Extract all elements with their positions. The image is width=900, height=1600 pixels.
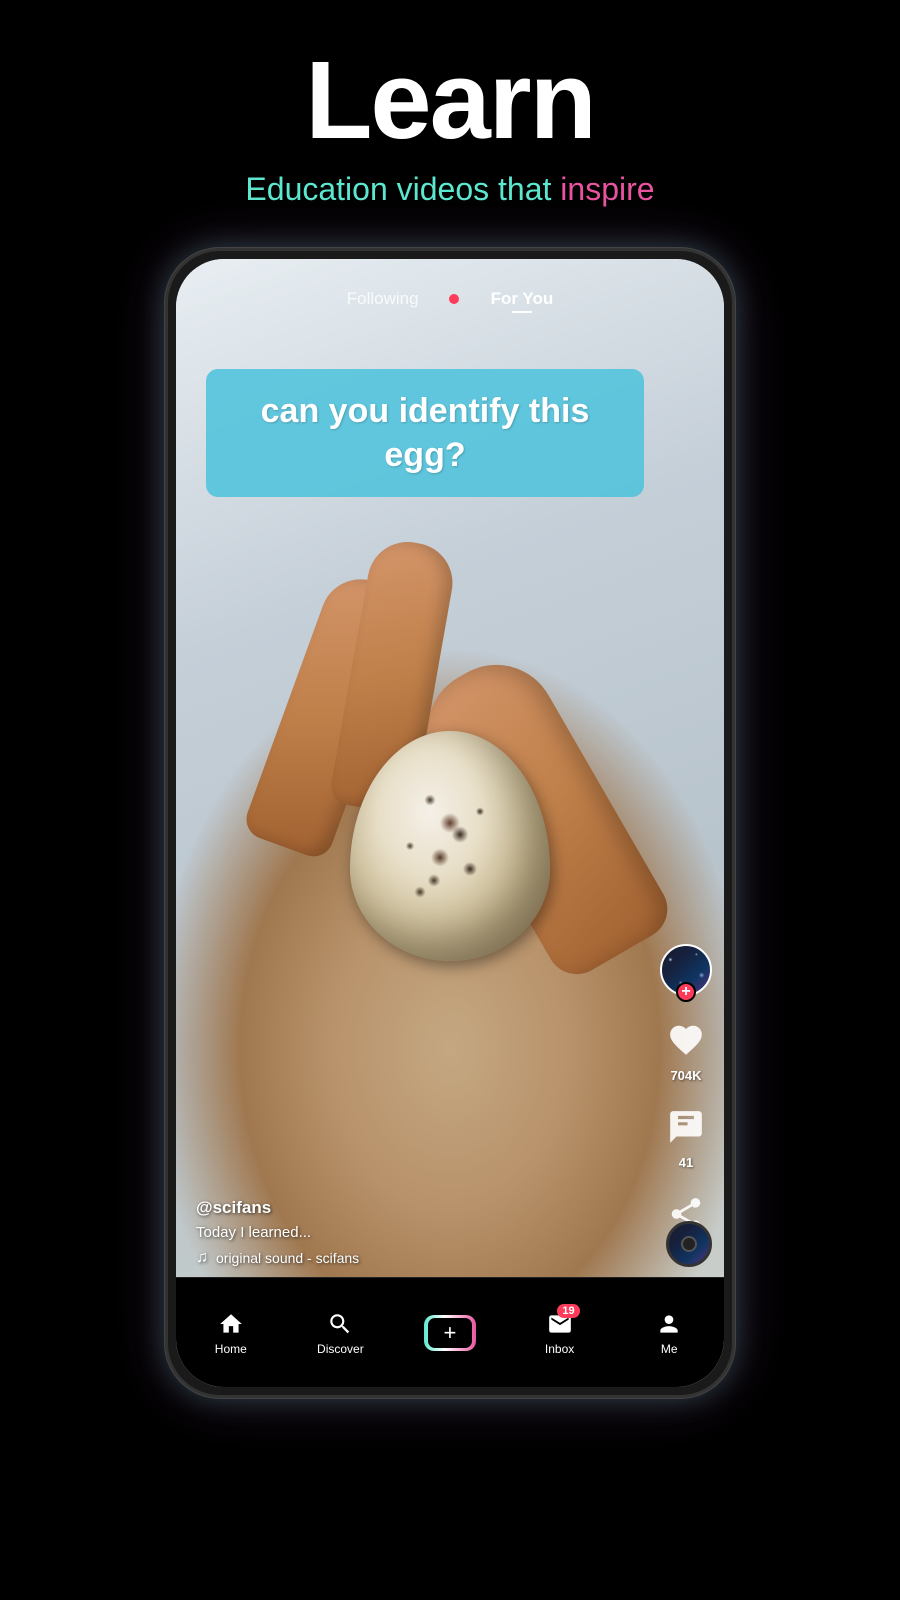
subtitle: Education videos that inspire <box>0 171 900 208</box>
sound-disc[interactable] <box>666 1221 712 1267</box>
music-note-icon: ♫ <box>196 1249 208 1267</box>
following-tab[interactable]: Following <box>347 289 419 309</box>
for-you-tab[interactable]: For You <box>491 289 554 309</box>
caption-overlay: can you identify this egg? <box>206 369 644 497</box>
caption-text: can you identify this egg? <box>231 389 619 477</box>
video-area[interactable]: Following For You can you identify this … <box>176 259 724 1387</box>
comment-icon <box>662 1103 710 1151</box>
page-title: Learn <box>0 40 900 161</box>
discover-label: Discover <box>317 1342 364 1356</box>
video-description: Today I learned... <box>196 1224 644 1241</box>
bottom-navigation: Home Discover + <box>176 1277 724 1387</box>
subtitle-highlight: inspire <box>560 171 654 207</box>
live-indicator <box>449 294 459 304</box>
nav-discover[interactable]: Discover <box>286 1310 396 1356</box>
comment-button[interactable]: 41 <box>662 1103 710 1170</box>
inbox-label: Inbox <box>545 1342 574 1356</box>
top-section: Learn Education videos that inspire <box>0 0 900 238</box>
comment-count: 41 <box>679 1155 693 1170</box>
nav-create[interactable]: + <box>395 1315 505 1351</box>
nav-me[interactable]: Me <box>614 1310 724 1356</box>
create-button[interactable]: + <box>424 1315 476 1351</box>
creator-username[interactable]: @scifans <box>196 1198 644 1218</box>
video-info: @scifans Today I learned... ♫ original s… <box>196 1198 644 1267</box>
creator-avatar-container[interactable]: + <box>660 944 712 996</box>
follow-plus-button[interactable]: + <box>676 982 696 1002</box>
like-button[interactable]: 704K <box>662 1016 710 1083</box>
nav-home[interactable]: Home <box>176 1310 286 1356</box>
nav-inbox[interactable]: 19 Inbox <box>505 1310 615 1356</box>
phone-mockup: Following For You can you identify this … <box>0 248 900 1398</box>
plus-icon: + <box>428 1318 472 1348</box>
subtitle-start: Education videos that <box>245 171 560 207</box>
video-top-bar: Following For You <box>176 259 724 329</box>
inbox-icon: 19 <box>546 1310 574 1338</box>
home-label: Home <box>215 1342 247 1356</box>
heart-icon <box>662 1016 710 1064</box>
me-label: Me <box>661 1342 678 1356</box>
home-icon <box>217 1310 245 1338</box>
like-count: 704K <box>670 1068 701 1083</box>
sound-info[interactable]: ♫ original sound - scifans <box>196 1249 644 1267</box>
phone-screen: Following For You can you identify this … <box>176 259 724 1387</box>
inbox-badge: 19 <box>557 1304 579 1318</box>
sound-name: original sound - scifans <box>216 1250 359 1266</box>
profile-icon <box>655 1310 683 1338</box>
phone-frame: Following For You can you identify this … <box>165 248 735 1398</box>
discover-icon <box>326 1310 354 1338</box>
right-action-bar: + 704K <box>660 944 712 1257</box>
